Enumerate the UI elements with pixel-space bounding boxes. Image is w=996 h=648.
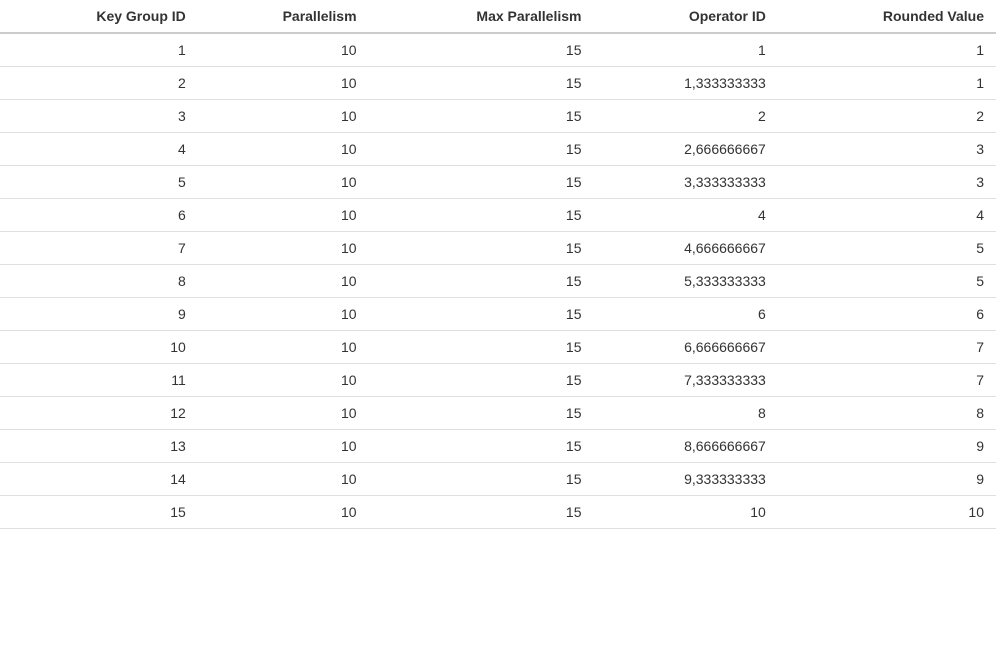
table-row: 3101522 (0, 100, 996, 133)
cell-row4-operator_id: 2,666666667 (593, 133, 777, 166)
cell-row10-parallelism: 10 (198, 331, 369, 364)
table-row: 1510151010 (0, 496, 996, 529)
cell-row11-max_parallelism: 15 (369, 364, 594, 397)
cell-row7-key_group_id: 7 (0, 232, 198, 265)
cell-row6-operator_id: 4 (593, 199, 777, 232)
cell-row2-key_group_id: 2 (0, 67, 198, 100)
table-row: 1110157,3333333337 (0, 364, 996, 397)
table-row: 9101566 (0, 298, 996, 331)
cell-row7-parallelism: 10 (198, 232, 369, 265)
col-header-parallelism: Parallelism (198, 0, 369, 33)
cell-row9-operator_id: 6 (593, 298, 777, 331)
cell-row2-operator_id: 1,333333333 (593, 67, 777, 100)
cell-row3-key_group_id: 3 (0, 100, 198, 133)
cell-row11-key_group_id: 11 (0, 364, 198, 397)
cell-row4-key_group_id: 4 (0, 133, 198, 166)
cell-row14-max_parallelism: 15 (369, 463, 594, 496)
cell-row10-operator_id: 6,666666667 (593, 331, 777, 364)
cell-row14-parallelism: 10 (198, 463, 369, 496)
table-row: 410152,6666666673 (0, 133, 996, 166)
cell-row5-rounded_value: 3 (778, 166, 996, 199)
cell-row9-parallelism: 10 (198, 298, 369, 331)
cell-row6-parallelism: 10 (198, 199, 369, 232)
cell-row9-rounded_value: 6 (778, 298, 996, 331)
table-row: 1410159,3333333339 (0, 463, 996, 496)
cell-row13-key_group_id: 13 (0, 430, 198, 463)
cell-row8-parallelism: 10 (198, 265, 369, 298)
table-row: 710154,6666666675 (0, 232, 996, 265)
table-row: 12101588 (0, 397, 996, 430)
cell-row11-rounded_value: 7 (778, 364, 996, 397)
cell-row14-key_group_id: 14 (0, 463, 198, 496)
cell-row11-operator_id: 7,333333333 (593, 364, 777, 397)
col-header-key-group-id: Key Group ID (0, 0, 198, 33)
table-row: 210151,3333333331 (0, 67, 996, 100)
cell-row2-rounded_value: 1 (778, 67, 996, 100)
cell-row12-operator_id: 8 (593, 397, 777, 430)
cell-row12-max_parallelism: 15 (369, 397, 594, 430)
cell-row5-operator_id: 3,333333333 (593, 166, 777, 199)
cell-row7-max_parallelism: 15 (369, 232, 594, 265)
cell-row8-rounded_value: 5 (778, 265, 996, 298)
col-header-max-parallelism: Max Parallelism (369, 0, 594, 33)
table-row: 1010156,6666666677 (0, 331, 996, 364)
cell-row8-max_parallelism: 15 (369, 265, 594, 298)
cell-row12-rounded_value: 8 (778, 397, 996, 430)
cell-row9-max_parallelism: 15 (369, 298, 594, 331)
cell-row4-rounded_value: 3 (778, 133, 996, 166)
cell-row13-operator_id: 8,666666667 (593, 430, 777, 463)
cell-row1-operator_id: 1 (593, 33, 777, 67)
cell-row10-key_group_id: 10 (0, 331, 198, 364)
table-row: 1310158,6666666679 (0, 430, 996, 463)
cell-row13-max_parallelism: 15 (369, 430, 594, 463)
cell-row11-parallelism: 10 (198, 364, 369, 397)
cell-row9-key_group_id: 9 (0, 298, 198, 331)
cell-row2-parallelism: 10 (198, 67, 369, 100)
cell-row14-rounded_value: 9 (778, 463, 996, 496)
cell-row15-rounded_value: 10 (778, 496, 996, 529)
cell-row4-max_parallelism: 15 (369, 133, 594, 166)
cell-row7-rounded_value: 5 (778, 232, 996, 265)
table-header-row: Key Group ID Parallelism Max Parallelism… (0, 0, 996, 33)
cell-row15-operator_id: 10 (593, 496, 777, 529)
cell-row3-parallelism: 10 (198, 100, 369, 133)
cell-row10-rounded_value: 7 (778, 331, 996, 364)
cell-row14-operator_id: 9,333333333 (593, 463, 777, 496)
cell-row8-operator_id: 5,333333333 (593, 265, 777, 298)
cell-row5-key_group_id: 5 (0, 166, 198, 199)
cell-row4-parallelism: 10 (198, 133, 369, 166)
cell-row8-key_group_id: 8 (0, 265, 198, 298)
cell-row1-parallelism: 10 (198, 33, 369, 67)
cell-row6-key_group_id: 6 (0, 199, 198, 232)
cell-row3-max_parallelism: 15 (369, 100, 594, 133)
cell-row1-rounded_value: 1 (778, 33, 996, 67)
table-row: 6101544 (0, 199, 996, 232)
cell-row1-max_parallelism: 15 (369, 33, 594, 67)
cell-row2-max_parallelism: 15 (369, 67, 594, 100)
cell-row7-operator_id: 4,666666667 (593, 232, 777, 265)
table-row: 1101511 (0, 33, 996, 67)
cell-row15-key_group_id: 15 (0, 496, 198, 529)
table-body: 1101511210151,33333333313101522410152,66… (0, 33, 996, 529)
cell-row6-rounded_value: 4 (778, 199, 996, 232)
cell-row3-rounded_value: 2 (778, 100, 996, 133)
table-container: Key Group ID Parallelism Max Parallelism… (0, 0, 996, 529)
cell-row12-parallelism: 10 (198, 397, 369, 430)
table-row: 810155,3333333335 (0, 265, 996, 298)
cell-row3-operator_id: 2 (593, 100, 777, 133)
cell-row15-parallelism: 10 (198, 496, 369, 529)
cell-row13-rounded_value: 9 (778, 430, 996, 463)
cell-row1-key_group_id: 1 (0, 33, 198, 67)
cell-row10-max_parallelism: 15 (369, 331, 594, 364)
cell-row5-max_parallelism: 15 (369, 166, 594, 199)
cell-row13-parallelism: 10 (198, 430, 369, 463)
col-header-operator-id: Operator ID (593, 0, 777, 33)
cell-row12-key_group_id: 12 (0, 397, 198, 430)
col-header-rounded-value: Rounded Value (778, 0, 996, 33)
table-row: 510153,3333333333 (0, 166, 996, 199)
cell-row5-parallelism: 10 (198, 166, 369, 199)
data-table: Key Group ID Parallelism Max Parallelism… (0, 0, 996, 529)
cell-row6-max_parallelism: 15 (369, 199, 594, 232)
cell-row15-max_parallelism: 15 (369, 496, 594, 529)
